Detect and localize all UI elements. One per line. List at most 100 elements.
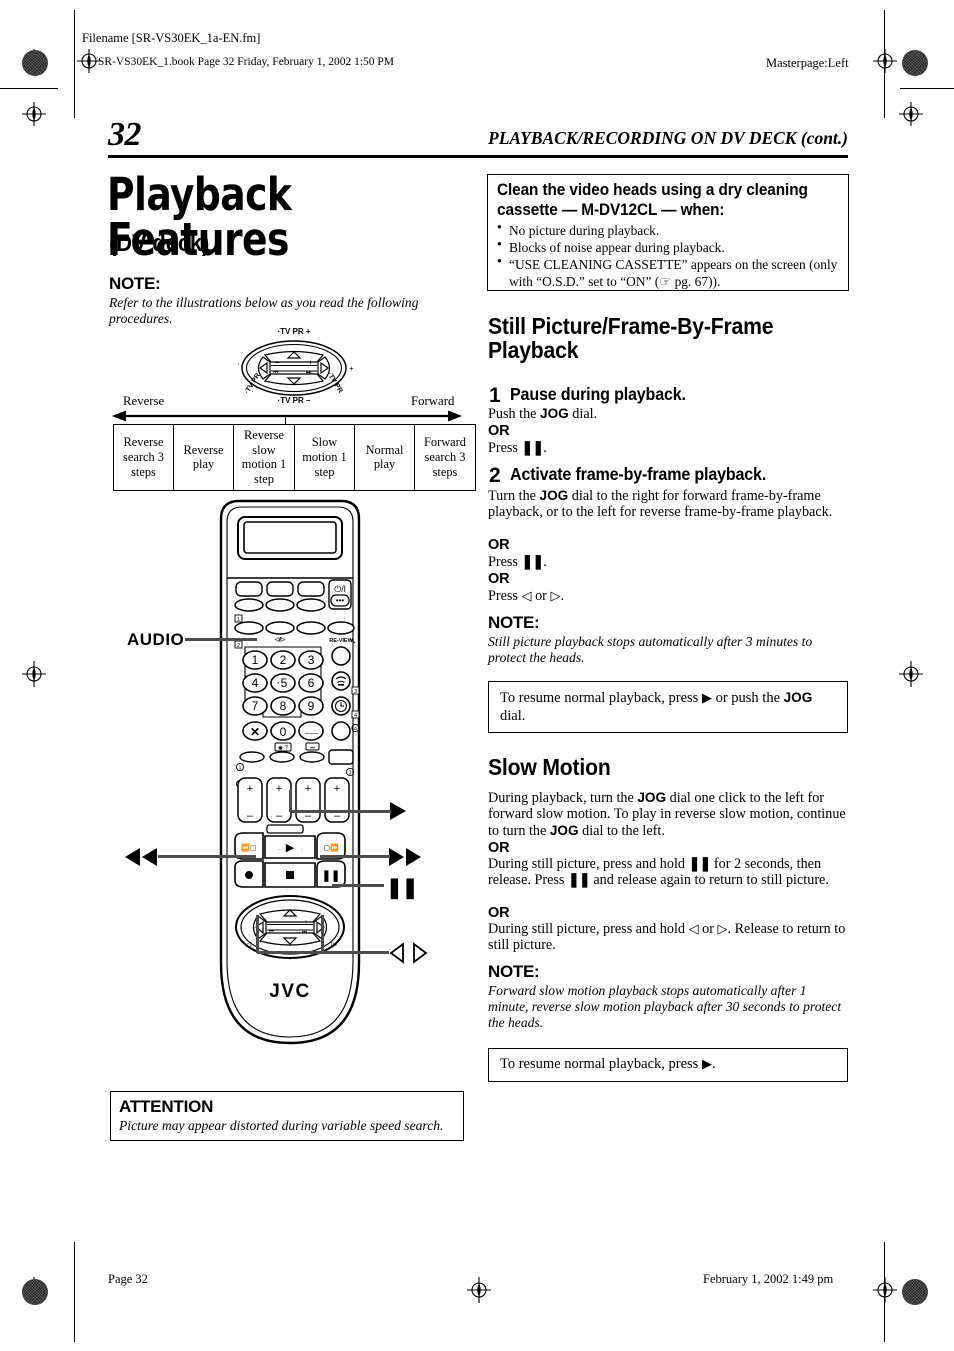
svg-text:+: + — [276, 783, 282, 795]
pause-glyph-4: ❚❚ — [567, 872, 591, 889]
cleaning-box-bullets: No picture during playback. Blocks of no… — [497, 222, 841, 291]
svg-text:–: – — [275, 358, 280, 367]
svg-text:◁/▷: ◁/▷ — [274, 636, 286, 643]
density-patch-bottom-right — [902, 1279, 928, 1305]
step-1-number: 1 — [489, 384, 501, 407]
svg-text:◁: ◁ — [245, 940, 252, 949]
svg-text:⏭: ⏭ — [306, 370, 312, 376]
svg-text:·TV PR –: ·TV PR – — [278, 396, 311, 405]
svg-text:1: 1 — [239, 766, 242, 772]
svg-text:·: · — [301, 847, 303, 853]
svg-text:–: – — [247, 810, 254, 822]
section1-note-text: Still picture playback stops automatical… — [488, 634, 813, 665]
density-patch-top-left — [22, 50, 48, 76]
svg-text:0: 0 — [280, 725, 287, 739]
svg-text:–: – — [276, 810, 283, 822]
svg-text:8: 8 — [280, 699, 287, 713]
slow-motion-para-1: During playback, turn the JOG dial one c… — [488, 790, 846, 839]
registration-mark-left-middle — [21, 661, 47, 687]
table-row: Reverse search 3 steps Reverse play Reve… — [113, 424, 476, 491]
svg-text:·: · — [289, 957, 291, 963]
crop-line-left-upper — [0, 88, 58, 90]
svg-text:5: 5 — [281, 676, 288, 690]
label-reverse: Reverse — [123, 394, 165, 408]
section2-note-text: Forward slow motion playback stops autom… — [488, 983, 842, 1030]
callout-fastforward-icon — [386, 846, 428, 868]
svg-text:+: + — [349, 364, 354, 373]
step-1-or: OR — [488, 423, 510, 439]
leader-arrows-left-vert — [256, 915, 259, 953]
svg-text:2: 2 — [280, 653, 287, 667]
svg-text:·TV PR +: ·TV PR + — [277, 327, 310, 336]
step-2-line-1: Turn the JOG dial to the right for forwa… — [488, 488, 833, 521]
jog-bold-2: JOG — [539, 488, 569, 503]
left-arrow-glyph-2: ◁ — [688, 921, 699, 936]
svg-text:6: 6 — [308, 676, 315, 690]
section-slow-motion-title: Slow Motion — [488, 754, 611, 780]
step-1-line-1: Push the JOG dial. — [488, 406, 598, 422]
cleaning-box-heading-line1: Clean the video heads using a dry cleani… — [497, 181, 808, 199]
step-2-or-1: OR — [488, 537, 510, 553]
running-head-title: PLAYBACK/RECORDING ON DV DECK (cont.) — [488, 128, 848, 148]
svg-text:⏭: ⏭ — [310, 745, 315, 751]
slow-motion-or-2: OR — [488, 905, 510, 921]
callout-play-icon — [386, 800, 420, 822]
svg-text:✕: ✕ — [250, 725, 260, 739]
footer-timestamp: February 1, 2002 1:49 pm — [703, 1272, 834, 1286]
registration-mark-left-upper — [21, 101, 47, 127]
direction-double-arrow — [112, 409, 462, 423]
svg-text:❚❚: ❚❚ — [322, 870, 340, 882]
slug-book-line: SR-VS30EK_1.book Page 32 Friday, Februar… — [98, 56, 395, 68]
step-2-heading: Activate frame-by-frame playback. — [510, 464, 767, 484]
svg-text:◉ ?: ◉ ? — [278, 746, 289, 752]
svg-text:–: – — [271, 919, 275, 926]
registration-mark-bottom-right — [872, 1277, 898, 1303]
svg-text:4: 4 — [354, 727, 357, 733]
svg-text:4: 4 — [354, 713, 357, 719]
svg-text:▢⏩: ▢⏩ — [323, 843, 339, 852]
svg-text:▷: ▷ — [331, 940, 338, 949]
cell-reverse-slow: Reverse slow motion 1 step — [233, 424, 295, 491]
attention-text: Picture may appear distorted during vari… — [119, 1118, 444, 1133]
svg-text:+: + — [304, 919, 308, 926]
svg-text:•••: ••• — [336, 596, 345, 605]
leader-fastforward — [320, 855, 390, 858]
remote-control-illustration: ⏻/l ••• ◁/▷ RE-VIEW 1 2 3 4 4 1 2 3 — [205, 495, 375, 1055]
speed-table-center-tick — [285, 417, 287, 425]
callout-rewind-icon — [121, 846, 161, 868]
svg-text:9: 9 — [308, 699, 315, 713]
step-2-number: 2 — [489, 464, 501, 487]
svg-text:+: + — [247, 783, 253, 795]
svg-text:·TV PR: ·TV PR — [326, 371, 344, 394]
jog-dial-illustration: – + ⏮ ⏭ ·TV PR + ·TV PR – + · ·TV PR ·TV… — [229, 324, 359, 406]
page-subtitle: (DV deck) — [109, 230, 210, 257]
play-glyph-1: ▶ — [701, 690, 712, 705]
registration-mark-top-right-outer — [898, 101, 924, 127]
jog-bold-1: JOG — [540, 406, 569, 421]
step-2-line-5: Press ◁ or ▷. — [488, 588, 564, 604]
svg-text:4: 4 — [252, 676, 259, 690]
svg-text:7: 7 — [252, 699, 259, 713]
cleaning-box-heading-line2: cassette — M-DV12CL — when: — [497, 201, 725, 219]
svg-text:·: · — [278, 847, 280, 853]
jog-bold-3: JOG — [783, 690, 813, 705]
slow-motion-para-2: During still picture, press and hold ❚❚ … — [488, 856, 829, 889]
play-glyph-2: ▶ — [701, 1056, 712, 1071]
leader-rewind — [158, 855, 256, 858]
leader-play-vert — [289, 790, 292, 812]
svg-text:•: • — [277, 681, 279, 687]
section2-resume-text: To resume normal playback, press ▶. — [500, 1056, 716, 1072]
label-forward: Forward — [411, 394, 455, 408]
pause-glyph-1: ❚❚ — [521, 440, 545, 456]
cell-reverse-play: Reverse play — [173, 424, 234, 491]
slug-masterpage: Masterpage:Left — [766, 56, 849, 70]
running-head-rule — [108, 155, 848, 158]
svg-text:·: · — [289, 391, 292, 400]
left-arrow-glyph-1: ◁ — [521, 588, 532, 603]
svg-text:1: 1 — [252, 653, 259, 667]
section2-note-heading: NOTE: — [488, 962, 540, 981]
registration-mark-right-middle — [898, 661, 924, 687]
pause-glyph-3: ❚❚ — [688, 856, 712, 872]
registration-mark-bottom-center — [466, 1277, 492, 1303]
step-1-line-3: Press ❚❚. — [488, 440, 547, 456]
